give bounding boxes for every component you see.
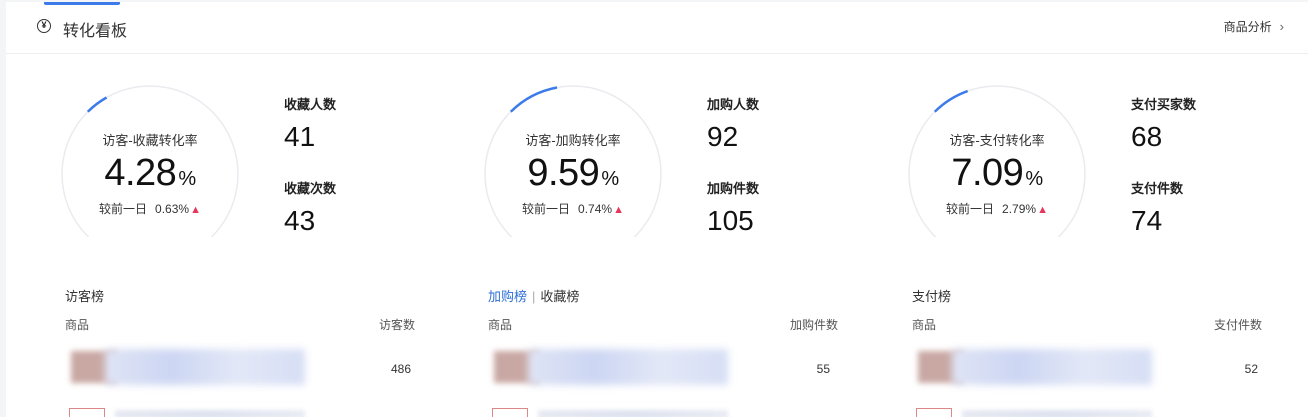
gauge-compare: 较前一日 0.63%▲ xyxy=(99,202,201,216)
favorite-conversion-section: 访客-收藏转化率 4.28% 较前一日 0.63%▲ 收藏人数 41 收藏次数 43 xyxy=(6,82,426,242)
ranking-row[interactable]: 52 xyxy=(912,343,1262,393)
cart-conversion-gauge: 访客-加购转化率 9.59% 较前一日 0.74%▲ xyxy=(483,84,663,264)
ranking-title: 支付榜 xyxy=(912,289,952,304)
conversion-board: ¥ 转化看板 商品分析 › 访客-收藏转化率 4.28% 较前一日 0.63%▲ … xyxy=(6,2,1308,417)
stat-favorite-users: 收藏人数 41 xyxy=(284,97,337,152)
ranking-columns: 商品 加购件数 xyxy=(488,318,838,332)
ranking-columns: 商品 访客数 xyxy=(65,318,415,332)
up-arrow-icon: ▲ xyxy=(613,204,624,216)
product-analysis-label: 商品分析 xyxy=(1223,20,1272,34)
up-arrow-icon: ▲ xyxy=(190,204,201,216)
cart-favorite-ranking: 加购榜 | 收藏榜 商品 加购件数 55 xyxy=(488,286,838,393)
favorite-conversion-gauge: 访客-收藏转化率 4.28% 较前一日 0.63%▲ xyxy=(60,84,240,264)
gauge-value: 4.28% xyxy=(104,152,196,194)
stat-cart-items: 加购件数 105 xyxy=(707,181,760,236)
ranking-value: 55 xyxy=(816,362,830,376)
stat-favorite-times: 收藏次数 43 xyxy=(284,181,337,236)
ranking-row[interactable]: 486 xyxy=(65,343,415,393)
product-name-redacted xyxy=(528,349,728,385)
stat-paid-items: 支付件数 74 xyxy=(1131,181,1184,236)
gauge-compare: 较前一日 0.74%▲ xyxy=(522,202,624,216)
board-title: 转化看板 xyxy=(63,23,128,40)
up-arrow-icon: ▲ xyxy=(1037,204,1048,216)
gauge-progress-arc xyxy=(933,89,969,113)
stat-paying-buyers: 支付买家数 68 xyxy=(1131,97,1197,152)
ranking-row-partial xyxy=(912,408,1212,417)
payment-ranking: 支付榜 商品 支付件数 52 xyxy=(912,286,1262,393)
gauge-label: 访客-加购转化率 xyxy=(525,133,621,148)
ranking-row-partial xyxy=(488,408,788,417)
gauge-progress-arc xyxy=(509,86,558,113)
gauge-value: 7.09% xyxy=(951,152,1043,194)
ranking-value: 52 xyxy=(1244,362,1258,376)
stat-cart-users: 加购人数 92 xyxy=(707,97,760,152)
ranking-tabs: 加购榜 | 收藏榜 xyxy=(488,289,580,304)
product-analysis-link[interactable]: 商品分析 › xyxy=(1224,18,1284,35)
board-header: ¥ 转化看板 商品分析 › xyxy=(6,2,1308,54)
tab-favorite-ranking[interactable]: 收藏榜 xyxy=(540,289,579,304)
ranking-title: 访客榜 xyxy=(65,289,105,304)
gauge-label: 访客-支付转化率 xyxy=(949,133,1045,148)
product-name-redacted xyxy=(105,349,305,385)
gauge-progress-arc xyxy=(86,96,108,113)
tab-cart-ranking[interactable]: 加购榜 xyxy=(488,289,527,304)
visitor-ranking: 访客榜 商品 访客数 486 xyxy=(65,286,415,393)
product-name-redacted xyxy=(952,349,1152,385)
yen-icon: ¥ xyxy=(37,19,51,33)
ranking-row-partial xyxy=(65,408,365,417)
gauge-label: 访客-收藏转化率 xyxy=(102,133,198,148)
payment-conversion-section: 访客-支付转化率 7.09% 较前一日 2.79%▲ 支付买家数 68 支付件数 74 xyxy=(853,82,1273,242)
chevron-right-icon: › xyxy=(1279,19,1284,34)
payment-conversion-gauge: 访客-支付转化率 7.09% 较前一日 2.79%▲ xyxy=(907,84,1087,264)
ranking-value: 486 xyxy=(390,362,411,376)
ranking-row[interactable]: 55 xyxy=(488,343,838,393)
cart-conversion-section: 访客-加购转化率 9.59% 较前一日 0.74%▲ 加购人数 92 加购件数 105 xyxy=(429,82,849,242)
gauge-compare: 较前一日 2.79%▲ xyxy=(946,202,1048,216)
gauge-value: 9.59% xyxy=(527,152,619,194)
ranking-columns: 商品 支付件数 xyxy=(912,318,1262,332)
